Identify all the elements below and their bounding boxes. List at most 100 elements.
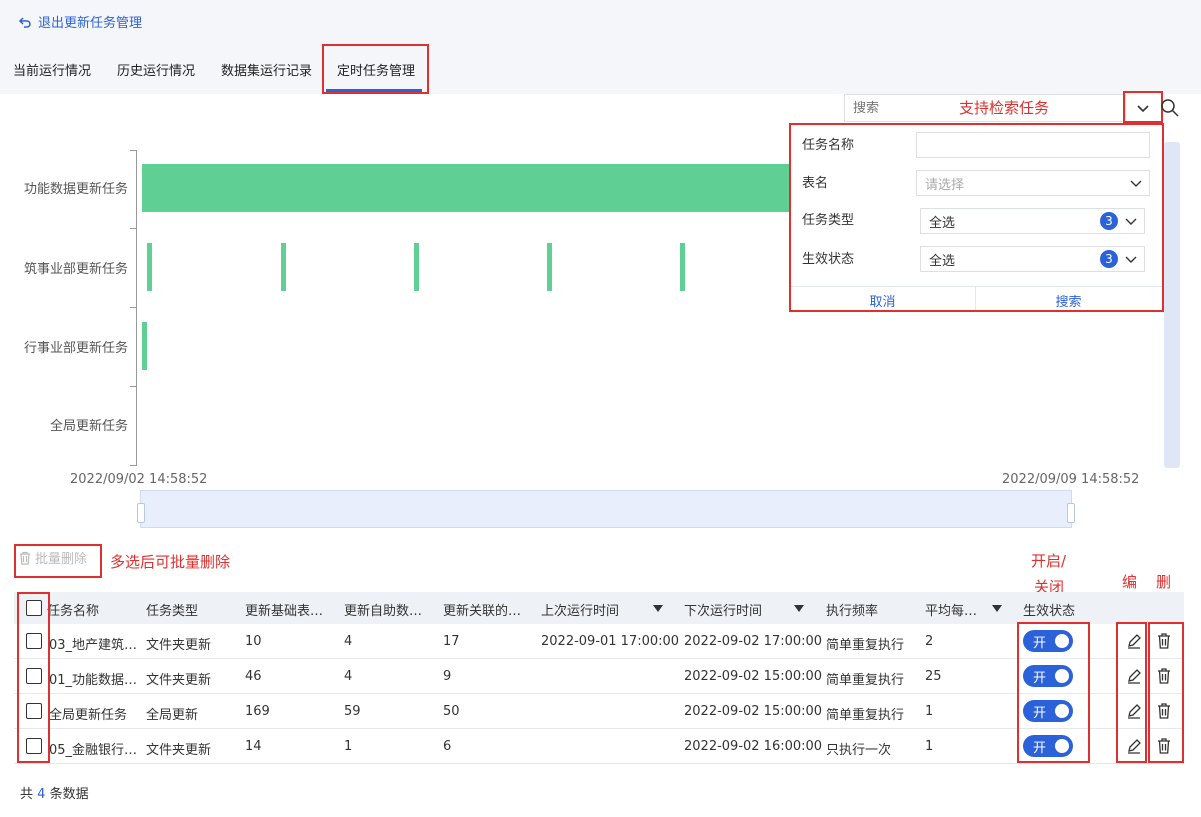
cell-task-name: 01_功能数据… bbox=[49, 673, 138, 688]
status-toggle[interactable]: 开 bbox=[1023, 630, 1073, 652]
back-label: 退出更新任务管理 bbox=[38, 16, 143, 31]
cell-base-tables: 169 bbox=[245, 704, 270, 719]
timeline-bar[interactable] bbox=[414, 243, 419, 291]
cell-task-type: 文件夹更新 bbox=[146, 743, 212, 758]
cell-related: 17 bbox=[443, 634, 460, 649]
axis-tick bbox=[130, 465, 137, 466]
search-annotation: 支持检索任务 bbox=[959, 99, 1050, 117]
column-header: 平均每… bbox=[925, 604, 978, 619]
filter-expand-button[interactable] bbox=[1128, 95, 1158, 121]
cell-self-datasets: 59 bbox=[344, 704, 361, 719]
sort-icon[interactable] bbox=[653, 605, 663, 612]
back-arrow-icon bbox=[18, 16, 31, 28]
batch-delete-button[interactable]: 批量删除 bbox=[18, 548, 87, 567]
cell-self-datasets: 4 bbox=[344, 634, 353, 649]
status-toggle[interactable]: 开 bbox=[1023, 665, 1073, 687]
app-frame: 退出更新任务管理 当前运行情况 历史运行情况 数据集运行记录 定时任务管理 支持… bbox=[0, 0, 1201, 817]
table-header: 任务名称 任务类型 更新基础表… 更新自助数… 更新关联的… 上次运行时间 下次… bbox=[14, 592, 1184, 624]
cell-frequency: 简单重复执行 bbox=[826, 708, 905, 723]
toggle-label: 开 bbox=[1033, 636, 1047, 651]
column-header: 任务类型 bbox=[146, 604, 199, 619]
row-checkbox[interactable] bbox=[26, 668, 42, 684]
chevron-down-icon bbox=[1125, 218, 1137, 225]
edit-icon[interactable] bbox=[1125, 702, 1143, 720]
cell-related: 50 bbox=[443, 704, 460, 719]
timeline-row-label: 筑事业部更新任务 bbox=[23, 262, 128, 277]
toggle-label: 开 bbox=[1033, 706, 1047, 721]
back-link[interactable]: 退出更新任务管理 bbox=[18, 12, 142, 31]
tab-dataset-run-log[interactable]: 数据集运行记录 bbox=[221, 60, 312, 79]
edit-icon[interactable] bbox=[1125, 667, 1143, 685]
delete-annotation: 删 bbox=[1156, 573, 1172, 591]
timeline-bar[interactable] bbox=[281, 243, 286, 291]
row-checkbox[interactable] bbox=[26, 703, 42, 719]
table-name-select[interactable]: 请选择 bbox=[916, 170, 1150, 196]
cell-frequency: 简单重复执行 bbox=[826, 673, 905, 688]
top-bar: 退出更新任务管理 bbox=[0, 0, 1201, 42]
cell-average: 25 bbox=[925, 669, 942, 684]
trash-icon[interactable] bbox=[1155, 632, 1173, 650]
cell-average: 2 bbox=[925, 634, 934, 649]
cell-task-name: 03_地产建筑… bbox=[49, 638, 138, 653]
cell-next-run: 2022-09-02 16:00:00 bbox=[684, 739, 823, 754]
cell-base-tables: 46 bbox=[245, 669, 262, 684]
edit-annotation: 编 bbox=[1122, 573, 1138, 591]
cell-frequency: 简单重复执行 bbox=[826, 638, 905, 653]
cell-self-datasets: 1 bbox=[344, 739, 353, 754]
table-row: 全局更新任务 全局更新 169 59 50 2022-09-02 15:00:0… bbox=[14, 694, 1184, 729]
search-icon[interactable] bbox=[1160, 98, 1180, 118]
filter-search-button[interactable]: 搜索 bbox=[976, 291, 1161, 310]
row-checkbox[interactable] bbox=[26, 738, 42, 754]
toggle-knob bbox=[1055, 669, 1069, 683]
timeline-bar[interactable] bbox=[147, 243, 152, 291]
task-name-field[interactable] bbox=[916, 132, 1150, 158]
timeline-bar[interactable] bbox=[680, 243, 685, 291]
timeline-bar[interactable] bbox=[142, 322, 147, 370]
tab-bar: 当前运行情况 历史运行情况 数据集运行记录 定时任务管理 bbox=[0, 42, 1201, 94]
status-toggle[interactable]: 开 bbox=[1023, 700, 1073, 722]
column-header: 更新自助数… bbox=[344, 604, 423, 619]
timeline-bar[interactable] bbox=[142, 164, 790, 212]
table-row: 01_功能数据… 文件夹更新 46 4 9 2022-09-02 15:00:0… bbox=[14, 659, 1184, 694]
filter-cancel-button[interactable]: 取消 bbox=[790, 291, 975, 310]
axis-tick bbox=[130, 386, 137, 387]
cell-last-run: 2022-09-01 17:00:00 bbox=[541, 634, 680, 649]
sort-icon[interactable] bbox=[992, 605, 1002, 612]
edit-icon[interactable] bbox=[1125, 737, 1143, 755]
slider-handle-right[interactable] bbox=[1067, 503, 1075, 523]
tab-scheduled-tasks[interactable]: 定时任务管理 bbox=[337, 60, 415, 79]
cell-task-type: 全局更新 bbox=[146, 708, 199, 723]
tab-history-run[interactable]: 历史运行情况 bbox=[117, 60, 195, 79]
trash-icon[interactable] bbox=[1155, 737, 1173, 755]
filter-panel: 任务名称 表名 请选择 任务类型 全选 3 生效状态 全选 3 取消 搜索 bbox=[790, 124, 1162, 312]
toggle-label: 开 bbox=[1033, 671, 1047, 686]
toggle-label: 开 bbox=[1033, 741, 1047, 756]
timeline-range-slider[interactable] bbox=[137, 490, 1075, 528]
toggle-knob bbox=[1055, 634, 1069, 648]
row-checkbox[interactable] bbox=[26, 633, 42, 649]
timeline-bar[interactable] bbox=[547, 243, 552, 291]
tab-current-run[interactable]: 当前运行情况 bbox=[13, 60, 91, 79]
footer-count: 4 bbox=[37, 787, 46, 802]
sort-icon[interactable] bbox=[794, 605, 804, 612]
edit-icon[interactable] bbox=[1125, 632, 1143, 650]
active-tab-indicator bbox=[326, 89, 422, 92]
table-name-label: 表名 bbox=[802, 176, 829, 191]
batch-annotation: 多选后可批量删除 bbox=[110, 553, 231, 571]
chevron-down-icon bbox=[1125, 256, 1137, 263]
status-count-badge: 3 bbox=[1100, 250, 1118, 268]
status-toggle[interactable]: 开 bbox=[1023, 735, 1073, 757]
trash-icon[interactable] bbox=[1155, 702, 1173, 720]
column-header: 上次运行时间 bbox=[541, 604, 620, 619]
select-all-checkbox[interactable] bbox=[26, 600, 42, 616]
trash-icon[interactable] bbox=[1155, 667, 1173, 685]
timeline-start-date: 2022/09/02 14:58:52 bbox=[70, 472, 208, 487]
chart-scrollbar[interactable] bbox=[1164, 142, 1180, 468]
timeline-row-label: 行事业部更新任务 bbox=[23, 341, 128, 356]
cell-frequency: 只执行一次 bbox=[826, 743, 892, 758]
slider-handle-left[interactable] bbox=[137, 503, 145, 523]
cell-related: 9 bbox=[443, 669, 452, 684]
table-name-placeholder: 请选择 bbox=[925, 177, 965, 193]
status-value: 全选 bbox=[929, 253, 956, 269]
toggle-annotation: 开启/ bbox=[1031, 552, 1067, 570]
